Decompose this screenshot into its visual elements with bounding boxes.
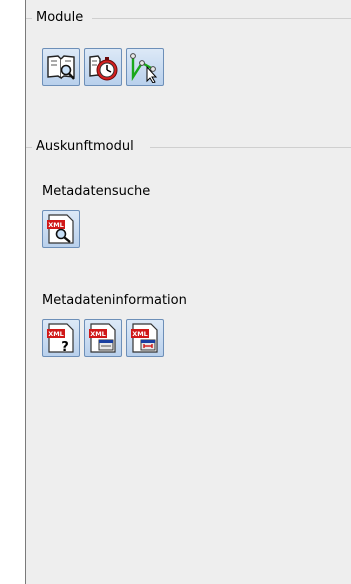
xml-details-icon: XML [89,323,116,353]
xml-query-icon: XML ? [47,323,74,354]
document-clock-button[interactable] [84,48,122,86]
xml-range-icon: XML [131,323,158,353]
info-section-label: Metadateninformation [42,293,187,308]
search-section-label: Metadatensuche [42,184,151,199]
xml-search-button[interactable]: XML [42,210,80,248]
document-search-button[interactable] [42,48,80,86]
side-panel: Module Auskunftmodul Metadatensuche XML … [25,0,351,584]
auskunft-group: Auskunftmodul Metadatensuche XML Metadat… [26,139,351,584]
module-group: Module [26,10,351,116]
xml-search-icon: XML [47,214,74,244]
map-select-button[interactable] [126,48,164,86]
xml-badge: XML [48,330,64,338]
xml-badge: XML [48,221,64,229]
map-select-icon [130,53,158,83]
auskunft-group-header: Auskunftmodul [26,139,351,155]
question-mark: ? [61,340,69,354]
document-clock-icon [89,55,118,81]
document-search-icon [47,55,75,80]
module-group-title: Module [34,10,86,26]
xml-query-button[interactable]: XML ? [42,319,80,357]
xml-details-button[interactable]: XML [84,319,122,357]
xml-badge: XML [90,330,106,338]
xml-badge: XML [132,330,148,338]
module-group-header: Module [26,10,351,26]
auskunft-group-title: Auskunftmodul [34,139,136,155]
xml-range-button[interactable]: XML [126,319,164,357]
